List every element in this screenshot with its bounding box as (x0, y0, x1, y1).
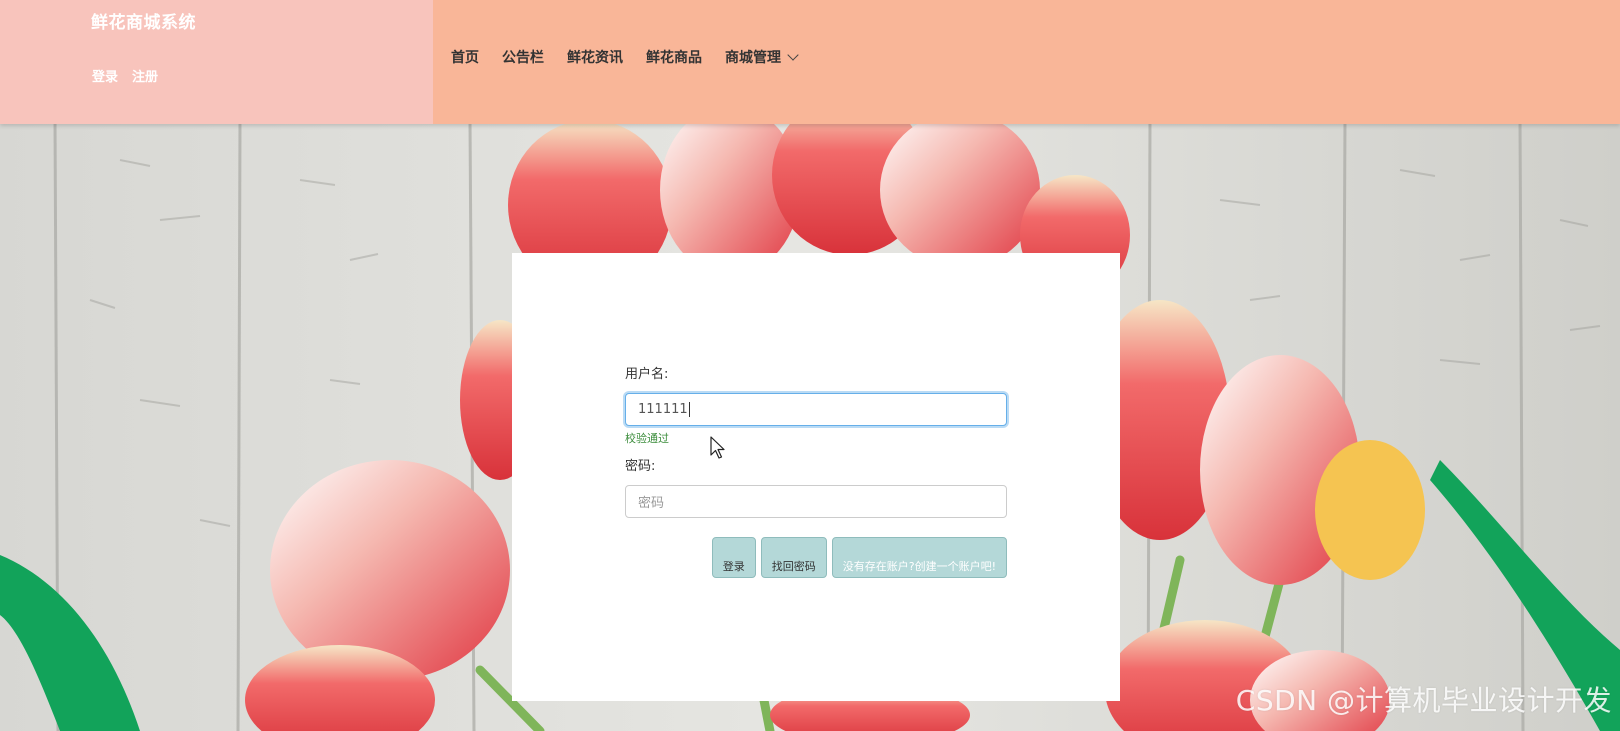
chevron-down-icon (787, 48, 799, 61)
create-account-button[interactable]: 没有存在账户?创建一个账户吧! (831, 537, 1007, 578)
header-register-link[interactable]: 注册 (132, 66, 158, 85)
main-nav: 首页 公告栏 鲜花资讯 鲜花商品 商城管理 (433, 0, 1620, 124)
mouse-pointer-icon (710, 436, 725, 459)
top-header: 鲜花商城系统 登录 注册 首页 公告栏 鲜花资讯 鲜花商品 商城管理 (0, 0, 1620, 124)
nav-item-manage-dropdown[interactable]: 商城管理 (725, 47, 799, 67)
watermark-text: CSDN @计算机毕业设计开发 (1235, 684, 1612, 717)
recover-password-button[interactable]: 找回密码 (760, 537, 827, 578)
site-title: 鲜花商城系统 (91, 13, 196, 33)
login-button[interactable]: 登录 (711, 537, 756, 578)
login-form: 用户名: 111111 校验通过 密码: 密码 登录 找回密码 没有存在账户?创… (625, 366, 1007, 578)
username-value: 111111 (638, 402, 688, 417)
username-input[interactable]: 111111 (625, 393, 1007, 426)
nav-item-notice[interactable]: 公告栏 (502, 47, 544, 67)
username-validation-message: 校验通过 (625, 432, 669, 445)
form-buttons: 登录 找回密码 没有存在账户?创建一个账户吧! (625, 537, 1007, 578)
header-login-link[interactable]: 登录 (92, 66, 118, 85)
nav-item-manage-label: 商城管理 (725, 49, 781, 66)
auth-links: 登录 注册 (92, 66, 158, 85)
password-placeholder: 密码 (638, 496, 665, 511)
password-label: 密码: (625, 459, 656, 474)
text-caret (688, 402, 690, 417)
page: 鲜花商城系统 登录 注册 首页 公告栏 鲜花资讯 鲜花商品 商城管理 用户名: … (0, 0, 1620, 731)
brand-area: 鲜花商城系统 登录 注册 (0, 0, 433, 124)
login-card: 用户名: 111111 校验通过 密码: 密码 登录 找回密码 没有存在账户?创… (512, 253, 1120, 701)
nav-item-news[interactable]: 鲜花资讯 (567, 47, 623, 67)
password-input[interactable]: 密码 (625, 485, 1007, 518)
nav-item-home[interactable]: 首页 (451, 47, 479, 67)
nav-item-products[interactable]: 鲜花商品 (646, 47, 702, 67)
username-label: 用户名: (625, 367, 669, 382)
